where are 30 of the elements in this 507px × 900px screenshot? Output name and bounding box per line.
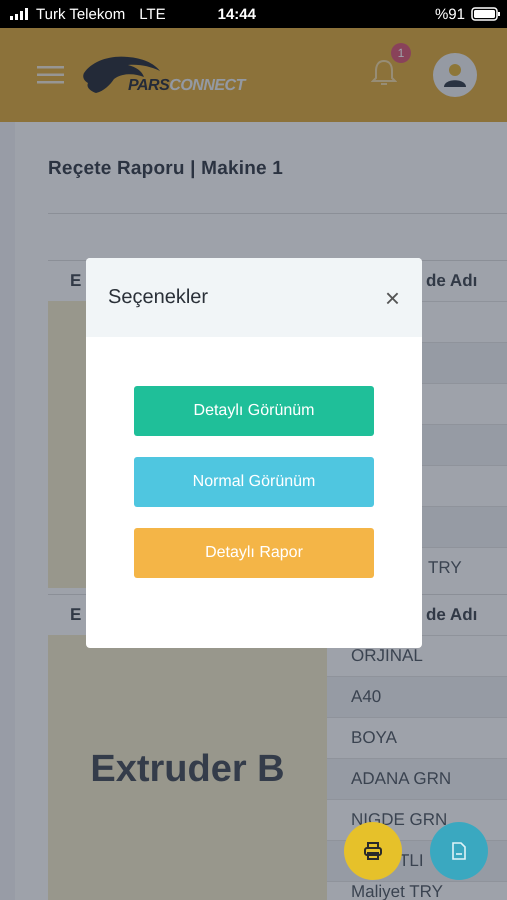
table-cell-text: TRY bbox=[427, 558, 462, 578]
dialog-title: Seçenekler bbox=[108, 286, 208, 309]
notification-badge: 1 bbox=[391, 42, 411, 62]
avatar-icon[interactable] bbox=[433, 53, 477, 97]
printer-icon bbox=[363, 841, 383, 861]
table-cell-text: TLI bbox=[398, 851, 424, 871]
option-button[interactable]: Detaylı Görünüm bbox=[134, 386, 374, 436]
carrier-name: Turk Telekom bbox=[36, 6, 126, 22]
page-title: Reçete Raporu | Makine 1 bbox=[48, 157, 284, 181]
table-cell-text: ADANA GRN bbox=[350, 769, 452, 789]
column-header: de Adı bbox=[425, 271, 478, 291]
logo-text: PARSCONNECT bbox=[128, 77, 245, 95]
menu-icon[interactable] bbox=[37, 66, 64, 84]
network-type: LTE bbox=[139, 6, 166, 22]
battery-percent: %91 bbox=[434, 6, 465, 22]
column-header: E bbox=[69, 271, 82, 291]
column-header: de Adı bbox=[425, 605, 478, 625]
column-header: E bbox=[69, 605, 82, 625]
signal-icon bbox=[10, 8, 30, 20]
table-cell-text: ORJINAL bbox=[350, 646, 423, 666]
extruder-label: Extruder B bbox=[90, 748, 285, 791]
option-button[interactable]: Detaylı Rapor bbox=[134, 528, 374, 578]
option-button[interactable]: Normal Görünüm bbox=[134, 457, 374, 507]
table-cell-text: A40 bbox=[350, 687, 382, 707]
document-icon bbox=[452, 842, 466, 860]
bell-icon[interactable] bbox=[371, 58, 397, 86]
table-cell-text: BOYA bbox=[350, 728, 397, 748]
close-button[interactable]: × bbox=[380, 284, 404, 310]
battery-icon bbox=[471, 7, 501, 21]
clock-time: 14:44 bbox=[218, 6, 257, 22]
